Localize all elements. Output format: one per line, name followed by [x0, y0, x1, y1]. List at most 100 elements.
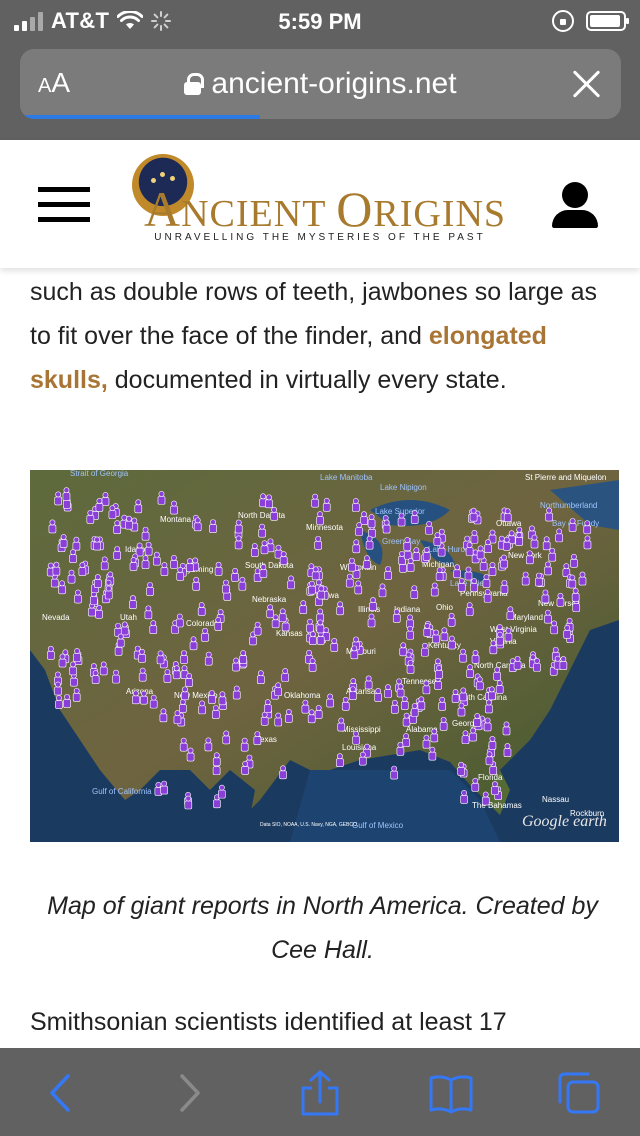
giant-report-marker	[274, 682, 282, 697]
giant-report-marker	[410, 585, 419, 599]
map-label-lake-huron: Lake Huron	[428, 545, 469, 554]
address-field[interactable]: ancient-origins.net	[20, 67, 621, 101]
giant-report-marker	[144, 605, 153, 620]
giant-report-marker	[484, 539, 492, 554]
map-label-nassau: Nassau	[542, 795, 569, 804]
giant-report-marker	[515, 532, 523, 546]
giant-report-marker	[367, 613, 376, 628]
giant-report-marker	[548, 547, 557, 562]
giant-report-marker	[422, 734, 431, 749]
giant-report-marker	[428, 746, 437, 761]
site-logo[interactable]: ANCIENT ORIGINS	[144, 180, 506, 238]
giant-report-marker	[218, 691, 227, 706]
giant-report-marker	[460, 790, 468, 804]
map-label-montana: Montana	[160, 515, 192, 524]
giant-report-marker	[502, 721, 511, 736]
giant-report-marker	[378, 583, 387, 598]
giant-report-marker	[578, 571, 587, 586]
giant-report-marker	[350, 645, 359, 660]
giant-report-marker	[471, 777, 480, 792]
stop-loading-button[interactable]	[571, 69, 601, 99]
giant-report-marker	[425, 520, 433, 535]
giant-report-marker	[544, 561, 552, 576]
map-label-mississippi: Mississippi	[342, 725, 381, 734]
giant-report-marker	[266, 604, 275, 619]
giant-report-marker	[374, 688, 382, 702]
giant-report-marker	[365, 535, 374, 550]
giant-report-marker	[159, 708, 168, 723]
map-label-st-pierre: St Pierre and Miquelon	[525, 473, 606, 482]
giant-reports-map[interactable]: Strait of Georgia Lake Manitoba Lake Nip…	[30, 470, 619, 842]
giant-report-marker	[568, 518, 577, 532]
giant-report-marker	[417, 696, 426, 711]
giant-report-marker	[530, 534, 539, 549]
giant-report-marker	[535, 572, 543, 587]
giant-report-marker	[513, 655, 522, 670]
giant-report-marker	[175, 613, 184, 628]
giant-report-marker	[488, 562, 497, 576]
map-label-lake-manitoba: Lake Manitoba	[320, 473, 373, 482]
back-button[interactable]	[38, 1070, 84, 1116]
giant-report-marker	[260, 540, 269, 555]
forward-button[interactable]	[166, 1070, 212, 1116]
map-label-kansas: Kansas	[276, 629, 303, 638]
giant-report-marker	[59, 534, 68, 548]
url-bar[interactable]: AA ancient-origins.net	[20, 49, 621, 119]
giant-report-marker	[214, 561, 223, 576]
logo-word-origins: RIGINS	[373, 193, 507, 235]
giant-report-marker	[99, 661, 108, 676]
giant-report-marker	[360, 511, 368, 526]
clock-time: 5:59 PM	[278, 9, 362, 34]
browser-chrome-top: AT&T 5:59 PM AA ancient-origins.net	[0, 0, 640, 140]
giant-report-marker	[406, 558, 415, 572]
giant-report-marker	[390, 765, 398, 780]
giant-report-marker	[204, 651, 213, 666]
giant-report-marker	[459, 648, 467, 663]
giant-report-marker	[212, 752, 221, 767]
giant-report-marker	[69, 661, 77, 676]
giant-report-marker	[502, 536, 511, 551]
giant-report-marker	[311, 493, 319, 508]
browser-toolbar-bottom	[0, 1048, 640, 1136]
giant-report-marker	[113, 546, 121, 560]
giant-report-marker	[583, 535, 592, 550]
giant-report-marker	[270, 506, 278, 521]
giant-report-marker	[135, 542, 144, 557]
bookmarks-button[interactable]	[428, 1070, 474, 1116]
giant-report-marker	[352, 539, 361, 554]
account-icon[interactable]	[550, 182, 600, 228]
share-button[interactable]	[297, 1070, 343, 1116]
giant-report-marker	[457, 577, 466, 592]
giant-report-marker	[301, 699, 310, 714]
giant-report-marker	[384, 566, 392, 580]
giant-report-marker	[193, 517, 202, 532]
giant-report-marker	[406, 625, 414, 640]
giant-report-marker	[250, 543, 259, 557]
giant-report-marker	[563, 624, 572, 639]
tabs-button[interactable]	[556, 1070, 602, 1116]
giant-report-marker	[234, 519, 243, 534]
giant-report-marker	[214, 617, 223, 631]
giant-report-marker	[180, 650, 188, 664]
map-label-ohio: Ohio	[436, 603, 453, 612]
map-label-green-bay: Green Bay	[382, 537, 420, 546]
giant-report-marker	[316, 619, 325, 634]
giant-report-marker	[475, 676, 484, 691]
giant-report-marker	[138, 648, 146, 663]
map-label-gulf-of-mexico: Gulf of Mexico	[352, 821, 404, 830]
lock-icon	[184, 73, 205, 95]
site-tagline: UNRAVELLING THE MYSTERIES OF THE PAST	[154, 232, 486, 243]
giant-report-marker	[457, 761, 465, 776]
giant-report-marker	[397, 512, 406, 527]
map-label-arizona: Arizona	[126, 687, 154, 696]
giant-report-marker	[144, 541, 153, 556]
giant-report-marker	[149, 694, 158, 709]
menu-icon[interactable]	[38, 187, 90, 223]
giant-report-marker	[439, 716, 448, 731]
giant-report-marker	[258, 523, 266, 538]
giant-report-marker	[186, 558, 194, 572]
giant-report-marker	[316, 511, 324, 525]
giant-report-marker	[69, 549, 77, 563]
page-load-progress	[20, 115, 261, 119]
map-caption: Map of giant reports in North America. C…	[47, 892, 598, 964]
